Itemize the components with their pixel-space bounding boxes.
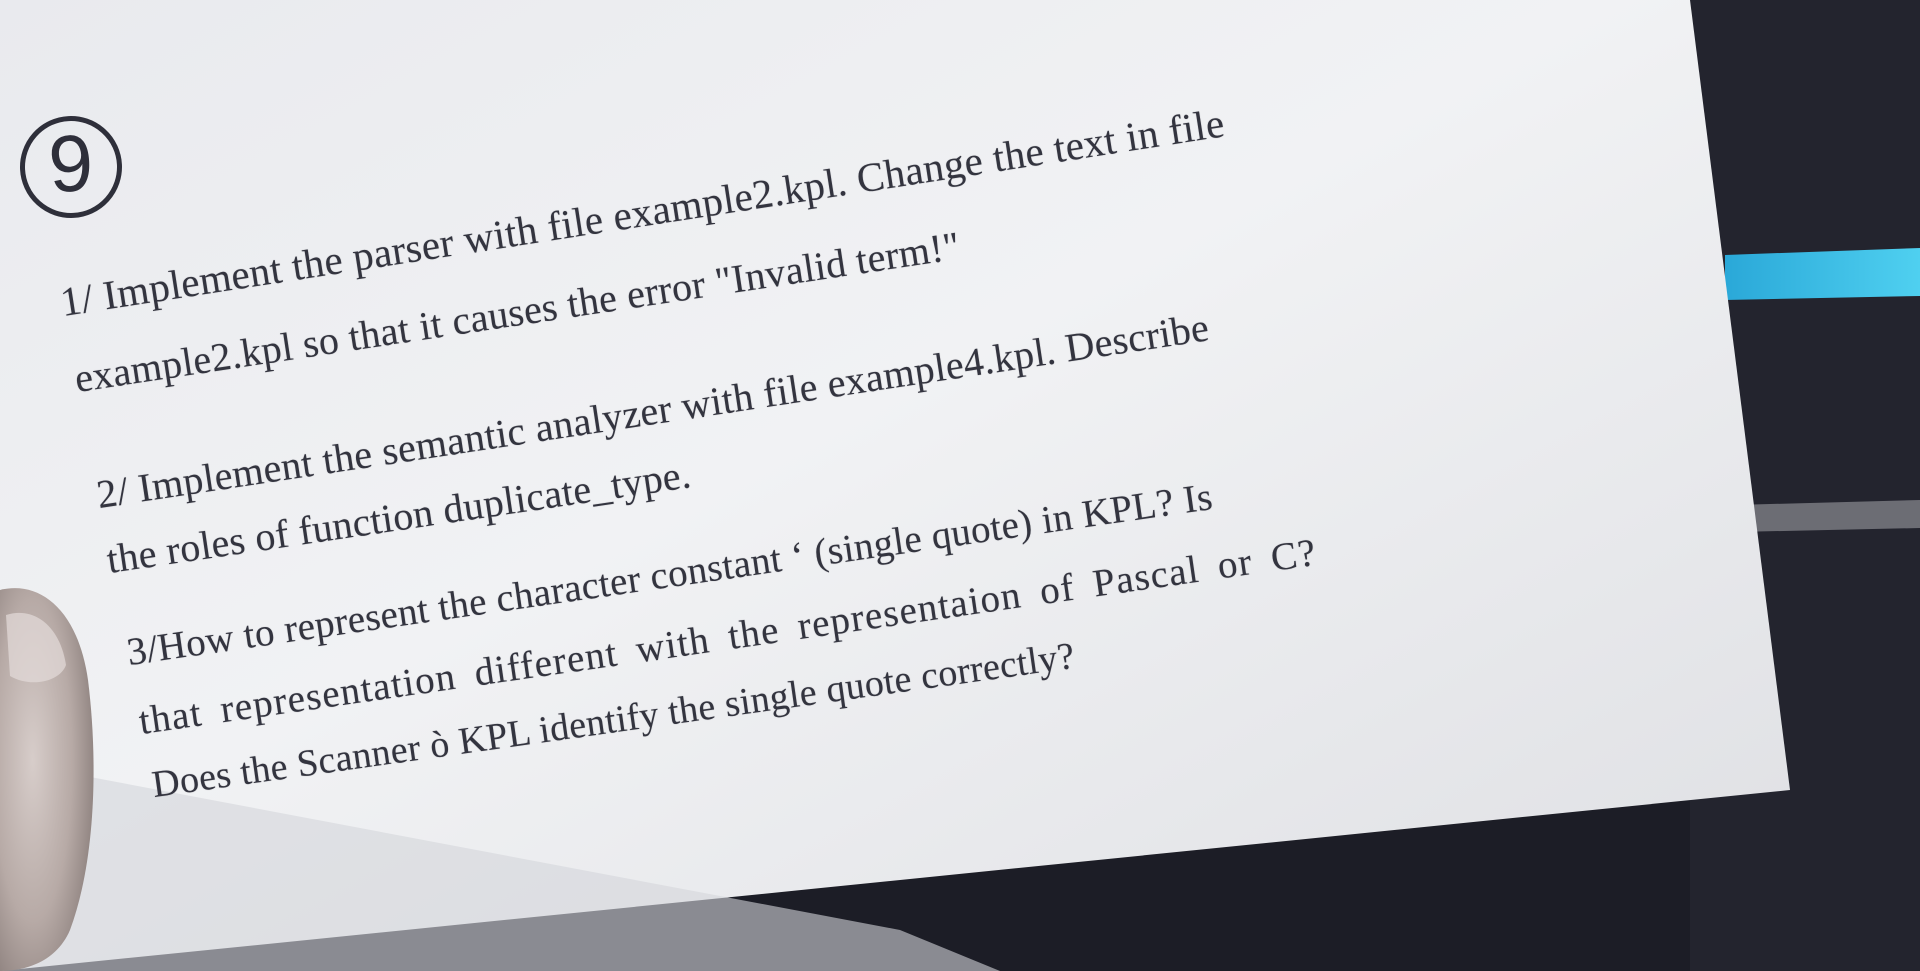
photo-scene: 9 1/ Implement the parser with file exam… [0, 0, 1920, 971]
circled-number: 9 [17, 113, 125, 221]
circled-number-text: 9 [46, 117, 96, 210]
handwritten-sheet-text: 9 1/ Implement the parser with file exam… [0, 0, 1920, 971]
